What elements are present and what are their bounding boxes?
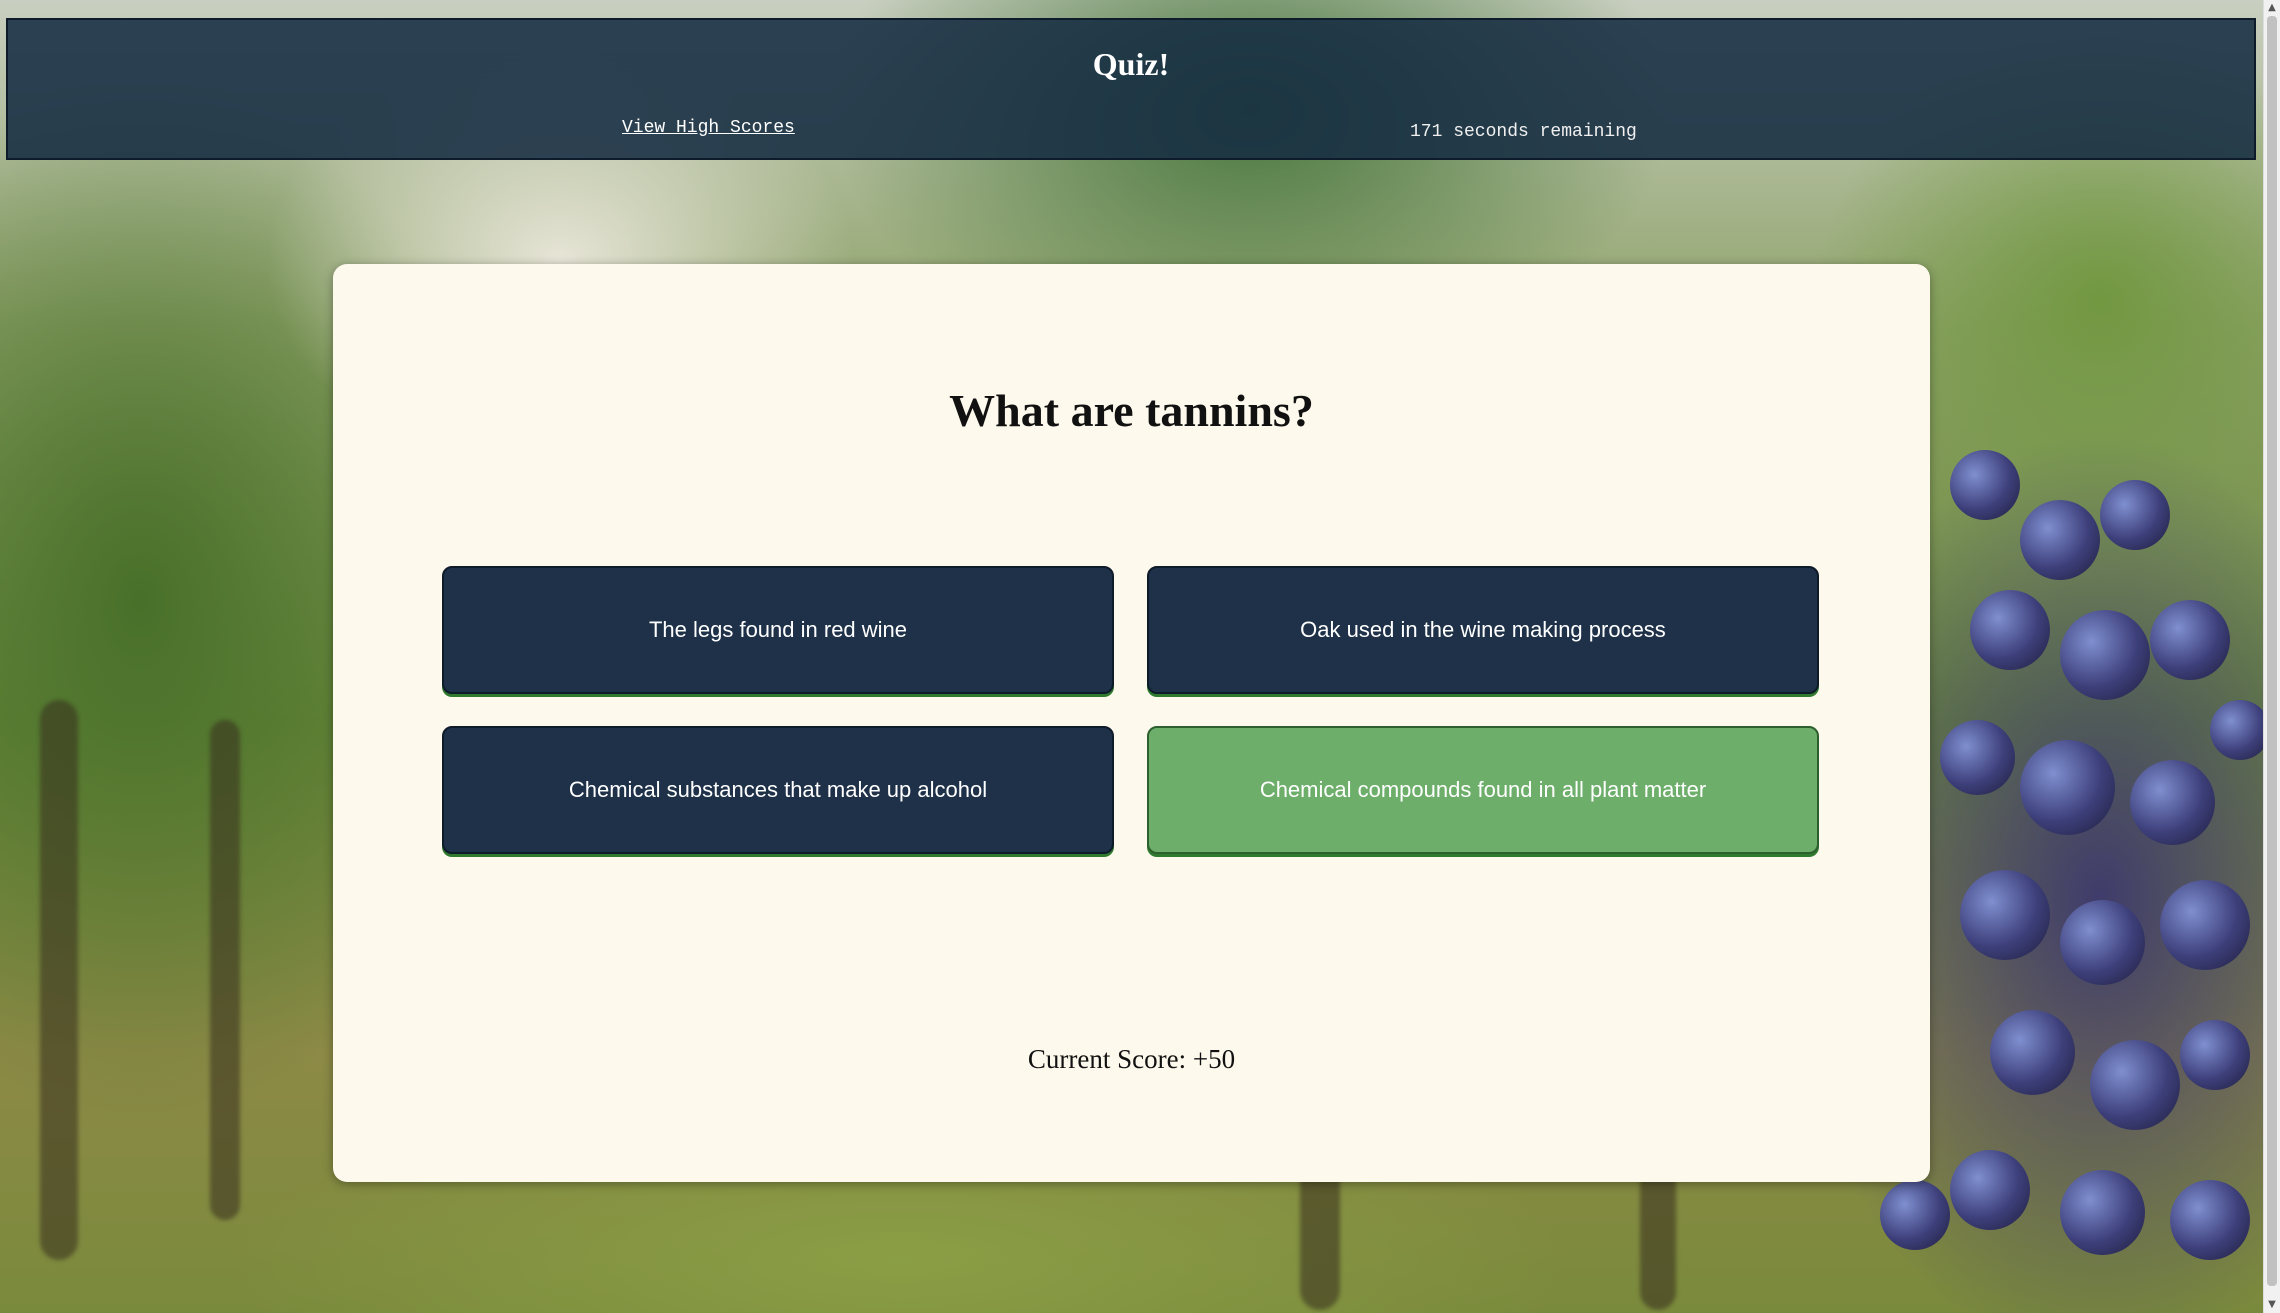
view-high-scores-link[interactable]: View High Scores xyxy=(622,118,795,138)
scroll-down-arrow-icon[interactable]: ▼ xyxy=(2264,1297,2280,1313)
answer-button-4-correct[interactable]: Chemical compounds found in all plant ma… xyxy=(1147,726,1819,854)
top-header-bar: Quiz! View High Scores 171 seconds remai… xyxy=(6,18,2256,160)
scrollbar-thumb[interactable] xyxy=(2267,16,2277,1286)
answer-button-3[interactable]: Chemical substances that make up alcohol xyxy=(442,726,1114,854)
scroll-up-arrow-icon[interactable]: ▲ xyxy=(2264,0,2280,16)
answer-button-1[interactable]: The legs found in red wine xyxy=(442,566,1114,694)
quiz-card: What are tannins? The legs found in red … xyxy=(333,264,1930,1182)
current-score: Current Score: +50 xyxy=(1027,1044,1236,1074)
timer-text: 171 seconds remaining xyxy=(1410,122,1637,142)
page-title: Quiz! xyxy=(1092,46,1170,82)
vertical-scrollbar[interactable]: ▲ ▼ xyxy=(2263,0,2280,1313)
answer-button-2[interactable]: Oak used in the wine making process xyxy=(1147,566,1819,694)
question-text: What are tannins? xyxy=(949,385,1314,436)
